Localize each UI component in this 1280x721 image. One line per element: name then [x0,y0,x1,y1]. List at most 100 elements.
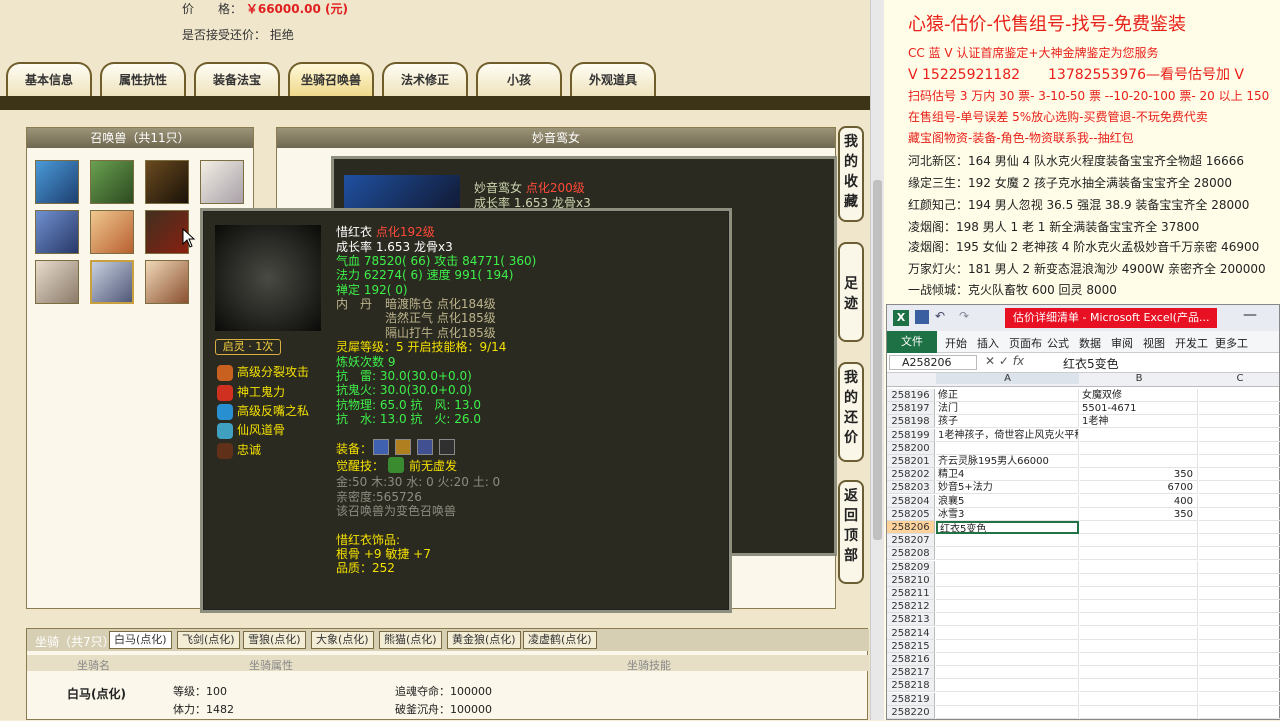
row-number[interactable]: 258210 [887,573,935,587]
cell-a[interactable] [936,587,1079,600]
row-number[interactable]: 258200 [887,441,935,455]
cell-c[interactable] [1199,429,1280,442]
cell-c[interactable] [1199,389,1280,402]
tab-basic-info[interactable]: 基本信息 [6,62,92,96]
minimize-icon[interactable]: — [1243,307,1257,323]
row-number[interactable]: 258213 [887,613,935,627]
cell-c[interactable] [1199,468,1280,482]
formula-input[interactable]: 红衣5变色 [1063,355,1119,372]
cell-c[interactable] [1199,693,1280,706]
cell-a[interactable]: 法门 [936,402,1079,416]
cell-b[interactable] [1080,679,1198,693]
ribbon-tab[interactable]: 公式 [1047,335,1069,351]
cell-b[interactable]: 400 [1080,494,1198,508]
mount-tab[interactable]: 大象(点化) [311,631,374,649]
cell-c[interactable] [1199,495,1280,508]
ribbon-tab[interactable]: 开始 [945,335,967,351]
tab-child[interactable]: 小孩 [476,62,562,96]
cell-b[interactable]: 6700 [1080,481,1198,495]
col-header-b[interactable]: B [1080,373,1198,384]
cell-a[interactable] [936,653,1079,666]
cell-b[interactable]: 5501-4671 [1080,402,1198,416]
cell-a[interactable] [936,547,1079,561]
redo-icon[interactable]: ↷ [959,309,969,323]
cell-a[interactable] [936,705,1079,719]
tab-attributes[interactable]: 属性抗性 [100,62,186,96]
cell-b[interactable] [1080,639,1198,653]
row-number[interactable]: 258219 [887,692,935,706]
cell-a[interactable] [936,560,1079,574]
row-number[interactable]: 258208 [887,547,935,561]
ribbon-tab[interactable]: 插入 [977,335,999,351]
row-number[interactable]: 258207 [887,534,935,548]
row-number[interactable]: 258212 [887,600,935,614]
cell-b[interactable] [1080,613,1198,627]
row-number[interactable]: 258202 [887,468,935,482]
row-number[interactable]: 258209 [887,560,935,574]
mount-tab[interactable]: 熊猫(点化) [379,631,442,649]
pet-avatar[interactable] [145,160,189,204]
row-number[interactable]: 258215 [887,639,935,653]
ribbon-tab[interactable]: 页面布 [1009,335,1042,351]
cell-c[interactable] [1199,402,1280,416]
pet-avatar[interactable] [90,210,134,254]
back-to-top-button[interactable]: 返回顶部 [838,480,864,584]
mount-tab[interactable]: 白马(点化) [109,631,172,649]
cell-c[interactable] [1199,640,1280,653]
tab-spell-correction[interactable]: 法术修正 [382,62,468,96]
cell-c[interactable] [1199,587,1280,600]
cell-a[interactable] [936,441,1079,455]
cell-c[interactable] [1199,521,1280,534]
col-header-a[interactable]: A [936,373,1079,384]
pet-avatar[interactable] [145,260,189,304]
cell-c[interactable] [1199,666,1280,680]
pet-avatar[interactable] [35,260,79,304]
cell-c[interactable] [1199,706,1280,719]
tab-mount-pets[interactable]: 坐骑召唤兽 [288,62,374,96]
cell-a[interactable] [936,692,1079,706]
ribbon-tab[interactable]: 审阅 [1111,335,1133,351]
cell-b[interactable] [1080,587,1198,600]
cell-b[interactable] [1080,600,1198,614]
cell-c[interactable] [1199,415,1280,429]
row-number[interactable]: 258214 [887,626,935,640]
mount-tab[interactable]: 雪狼(点化) [243,631,306,649]
row-number[interactable]: 258206 [887,521,935,534]
cell-c[interactable] [1199,627,1280,640]
ribbon-tab[interactable]: 数据 [1079,335,1101,351]
cell-b[interactable] [1080,666,1198,680]
cell-a[interactable]: 孩子 [936,415,1079,429]
cell-a[interactable]: 浪襄5 [936,494,1079,508]
cell-c[interactable] [1199,574,1280,587]
row-number[interactable]: 258204 [887,494,935,508]
cell-a[interactable]: 妙音5+法力 [936,481,1079,495]
page-scrollbar[interactable] [870,0,884,720]
cell-a[interactable] [936,600,1079,614]
my-bargain-button[interactable]: 我的还价 [838,362,864,462]
cell-b[interactable] [1080,455,1198,468]
pet-avatar[interactable] [200,160,244,204]
cell-b[interactable]: 1老神 [1080,415,1198,429]
pet-avatar[interactable] [35,160,79,204]
cell-a[interactable] [936,534,1079,548]
cell-a[interactable] [936,573,1079,587]
tab-appearance[interactable]: 外观道具 [570,62,656,96]
cell-b[interactable] [1080,441,1198,455]
cell-c[interactable] [1199,653,1280,666]
cell-a[interactable] [936,639,1079,653]
row-number[interactable]: 258199 [887,428,935,442]
cell-b[interactable] [1080,428,1198,442]
row-number[interactable]: 258217 [887,666,935,680]
cell-c[interactable] [1199,508,1280,521]
cell-a[interactable] [936,626,1079,640]
mount-tab[interactable]: 飞剑(点化) [177,631,240,649]
cell-b[interactable]: 350 [1080,468,1198,482]
ribbon-tab[interactable]: 开发工 [1175,335,1208,351]
pet-avatar[interactable] [90,160,134,204]
cell-b[interactable] [1080,521,1198,534]
cell-b[interactable] [1080,547,1198,561]
row-number[interactable]: 258196 [887,389,935,402]
cell-c[interactable] [1199,442,1280,455]
cell-c[interactable] [1199,600,1280,614]
cell-c[interactable] [1199,455,1280,468]
